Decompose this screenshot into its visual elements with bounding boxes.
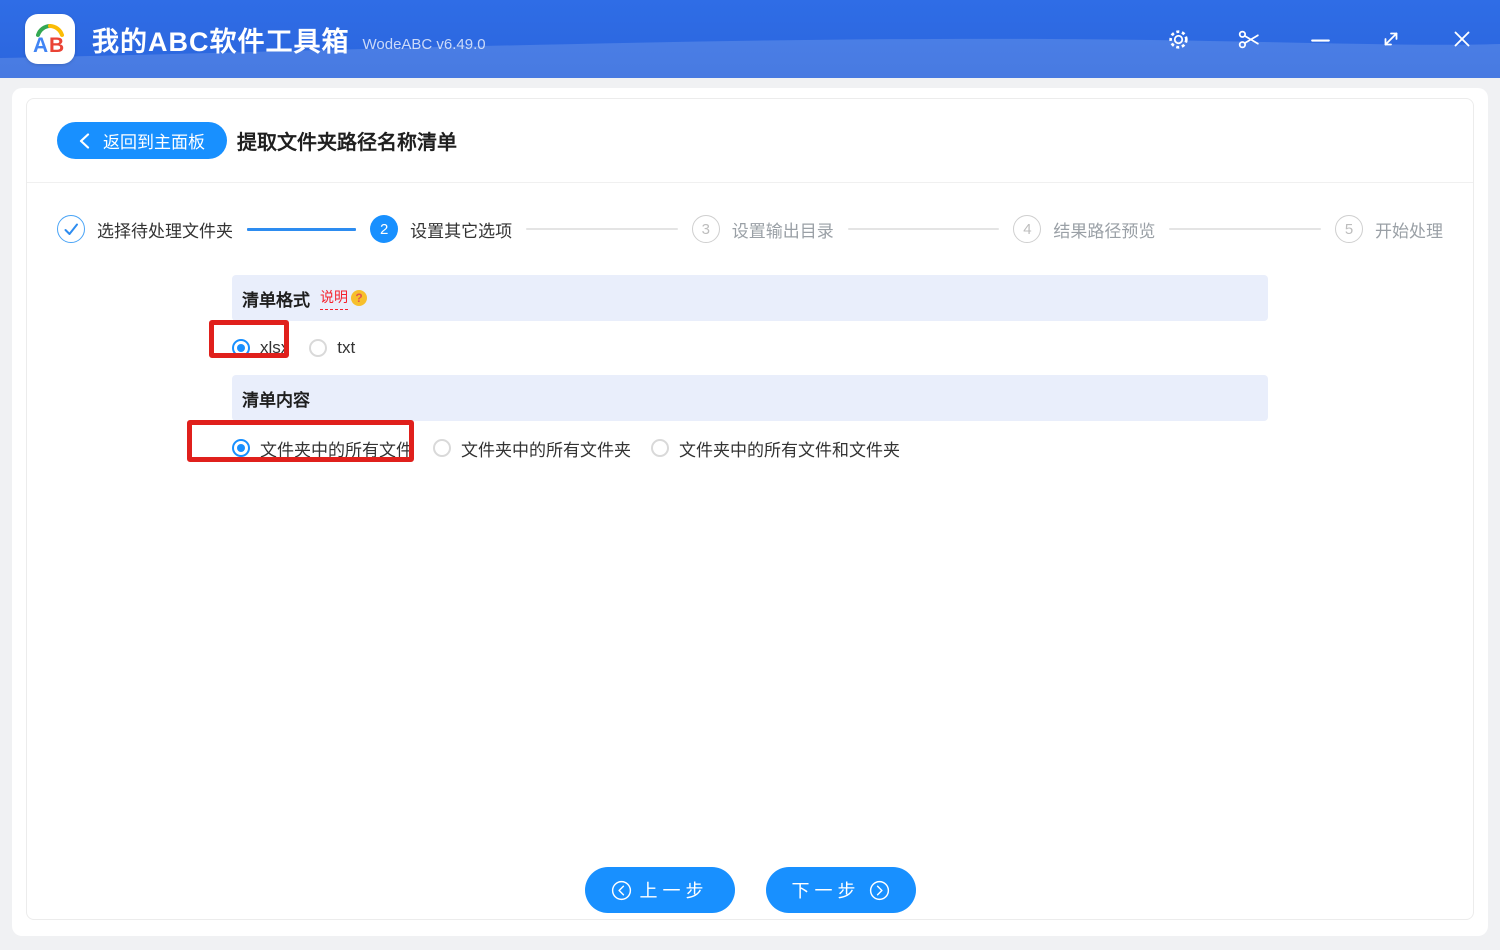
radio-xlsx[interactable]: xlsx <box>232 338 289 358</box>
list-content-options: 文件夹中的所有文件 文件夹中的所有文件夹 文件夹中的所有文件和文件夹 <box>187 420 1268 475</box>
radio-selected-icon[interactable] <box>232 339 250 357</box>
app-logo: A B <box>25 14 75 64</box>
settings-icon[interactable] <box>1165 26 1191 52</box>
radio-all-folders[interactable]: 文件夹中的所有文件夹 <box>433 436 631 461</box>
radio-unselected-icon[interactable] <box>433 439 451 457</box>
step-2-number: 2 <box>370 215 399 243</box>
svg-text:A: A <box>33 34 48 57</box>
radio-txt[interactable]: txt <box>309 338 355 358</box>
page-title: 提取文件夹路径名称清单 <box>237 132 457 154</box>
radio-unselected-icon[interactable] <box>651 439 669 457</box>
back-to-dashboard-button[interactable]: 返回到主面板 <box>57 122 227 159</box>
step-connector <box>847 228 1000 230</box>
section-title: 清单内容 <box>242 390 310 410</box>
step-5-start-processing: 5 开始处理 <box>1334 215 1443 243</box>
step-2-other-options: 2 设置其它选项 <box>370 215 512 243</box>
radio-xlsx-label: xlsx <box>260 338 290 357</box>
step-connector <box>526 228 678 230</box>
previous-step-label: 上一步 <box>639 881 709 901</box>
minimize-icon[interactable] <box>1307 26 1333 52</box>
maximize-icon[interactable] <box>1378 26 1404 52</box>
circle-chevron-right-icon <box>869 880 889 900</box>
radio-all-files-label: 文件夹中的所有文件 <box>260 440 413 460</box>
back-button-label: 返回到主面板 <box>103 133 205 152</box>
wizard-card: 返回到主面板 提取文件夹路径名称清单 选择待处理文件夹 2 设置其它选项 3 设… <box>26 98 1474 920</box>
list-format-options: xlsx txt <box>209 320 1268 375</box>
radio-all-folders-label: 文件夹中的所有文件夹 <box>461 440 631 460</box>
next-step-button[interactable]: 下一步 <box>765 867 916 913</box>
radio-files-and-folders[interactable]: 文件夹中的所有文件和文件夹 <box>651 436 900 461</box>
question-mark-icon[interactable]: ? <box>351 290 367 306</box>
wizard-footer: 上一步 下一步 <box>27 867 1473 913</box>
step-3-label: 设置输出目录 <box>731 221 834 241</box>
step-4-number: 4 <box>1013 215 1042 243</box>
step-1-check-icon <box>57 215 85 243</box>
step-1-label: 选择待处理文件夹 <box>97 221 233 241</box>
scissors-icon[interactable] <box>1236 26 1262 52</box>
radio-txt-label: txt <box>337 338 356 357</box>
close-icon[interactable] <box>1449 26 1475 52</box>
step-5-number: 5 <box>1334 215 1363 243</box>
previous-step-button[interactable]: 上一步 <box>584 867 735 913</box>
circle-chevron-left-icon <box>611 880 631 900</box>
step-2-label: 设置其它选项 <box>410 221 513 241</box>
step-3-output-dir: 3 设置输出目录 <box>691 215 834 243</box>
step-connector-done <box>247 227 357 231</box>
help-link-label[interactable]: 说明 <box>320 287 348 310</box>
step-5-label: 开始处理 <box>1374 221 1443 241</box>
svg-text:B: B <box>49 34 64 57</box>
radio-all-files[interactable]: 文件夹中的所有文件 <box>232 436 413 461</box>
step-1-select-folder: 选择待处理文件夹 <box>57 215 233 243</box>
radio-selected-icon[interactable] <box>232 439 250 457</box>
section-header-list-content: 清单内容 <box>232 375 1268 421</box>
radio-files-and-folders-label: 文件夹中的所有文件和文件夹 <box>679 440 900 460</box>
step-indicator: 选择待处理文件夹 2 设置其它选项 3 设置输出目录 4 结果路径预览 5 开始… <box>27 183 1473 275</box>
app-version: WodeABC v6.49.0 <box>362 35 486 53</box>
titlebar: A B 我的ABC软件工具箱 WodeABC v6.49.0 <box>0 0 1500 78</box>
section-header-list-format: 清单格式 说明 ? <box>232 275 1268 321</box>
step-4-label: 结果路径预览 <box>1053 221 1156 241</box>
titlebar-actions <box>1165 26 1500 52</box>
next-step-label: 下一步 <box>791 881 861 901</box>
chevron-left-icon <box>79 132 90 149</box>
app-title: 我的ABC软件工具箱 <box>92 26 350 57</box>
page-background: 返回到主面板 提取文件夹路径名称清单 选择待处理文件夹 2 设置其它选项 3 设… <box>0 78 1500 936</box>
step-connector <box>1169 228 1321 230</box>
step-3-number: 3 <box>691 215 720 243</box>
main-panel: 返回到主面板 提取文件夹路径名称清单 选择待处理文件夹 2 设置其它选项 3 设… <box>12 88 1488 936</box>
help-link[interactable]: 说明 ? <box>320 287 367 310</box>
card-header: 返回到主面板 提取文件夹路径名称清单 <box>27 99 1473 183</box>
step-4-result-preview: 4 结果路径预览 <box>1013 215 1155 243</box>
radio-unselected-icon[interactable] <box>309 339 328 357</box>
section-title: 清单格式 <box>242 290 310 310</box>
